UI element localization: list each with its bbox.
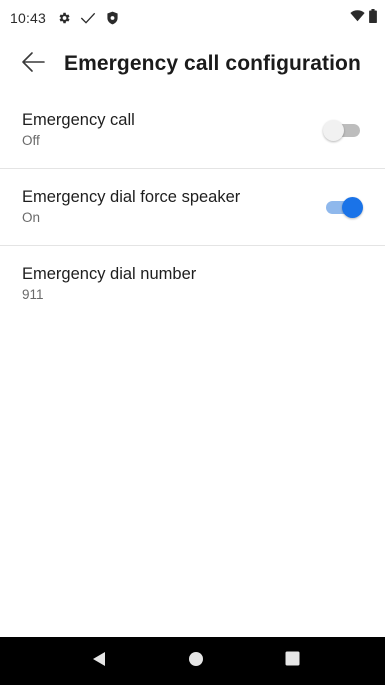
app-bar: Emergency call configuration [0, 38, 385, 90]
setting-summary: On [22, 210, 41, 225]
check-icon [80, 10, 96, 26]
page-title: Emergency call configuration [64, 52, 361, 75]
nav-home-button[interactable] [172, 637, 220, 685]
setting-title: Emergency dial number [22, 265, 197, 283]
recents-square-icon [285, 651, 300, 671]
wifi-icon [350, 9, 365, 27]
battery-icon [369, 8, 377, 28]
settings-list: Emergency call Off Emergency dial force … [0, 92, 385, 323]
nav-back-button[interactable] [75, 637, 123, 685]
force-speaker-toggle[interactable] [326, 197, 363, 218]
back-button[interactable] [16, 47, 50, 81]
setting-summary: 911 [22, 287, 44, 302]
toggle-thumb [342, 197, 363, 218]
arrow-left-icon [20, 51, 46, 78]
setting-summary: Off [22, 133, 40, 148]
gear-icon [56, 10, 72, 26]
shield-icon [104, 10, 120, 26]
nav-recents-button[interactable] [268, 637, 316, 685]
setting-title: Emergency dial force speaker [22, 188, 241, 206]
navigation-bar [0, 637, 385, 685]
screen: 10:43 Emergency call configuration Emerg… [0, 0, 385, 685]
back-triangle-icon [92, 651, 106, 672]
setting-title: Emergency call [22, 111, 135, 129]
status-right-icons [350, 8, 377, 28]
setting-emergency-dial-number[interactable]: Emergency dial number 911 [0, 246, 385, 323]
status-time: 10:43 [10, 10, 47, 26]
emergency-call-toggle[interactable] [323, 120, 360, 141]
status-bar: 10:43 [0, 0, 385, 36]
home-circle-icon [188, 651, 204, 672]
toggle-thumb [323, 120, 344, 141]
setting-emergency-dial-force-speaker[interactable]: Emergency dial force speaker On [0, 169, 385, 246]
setting-emergency-call[interactable]: Emergency call Off [0, 92, 385, 169]
